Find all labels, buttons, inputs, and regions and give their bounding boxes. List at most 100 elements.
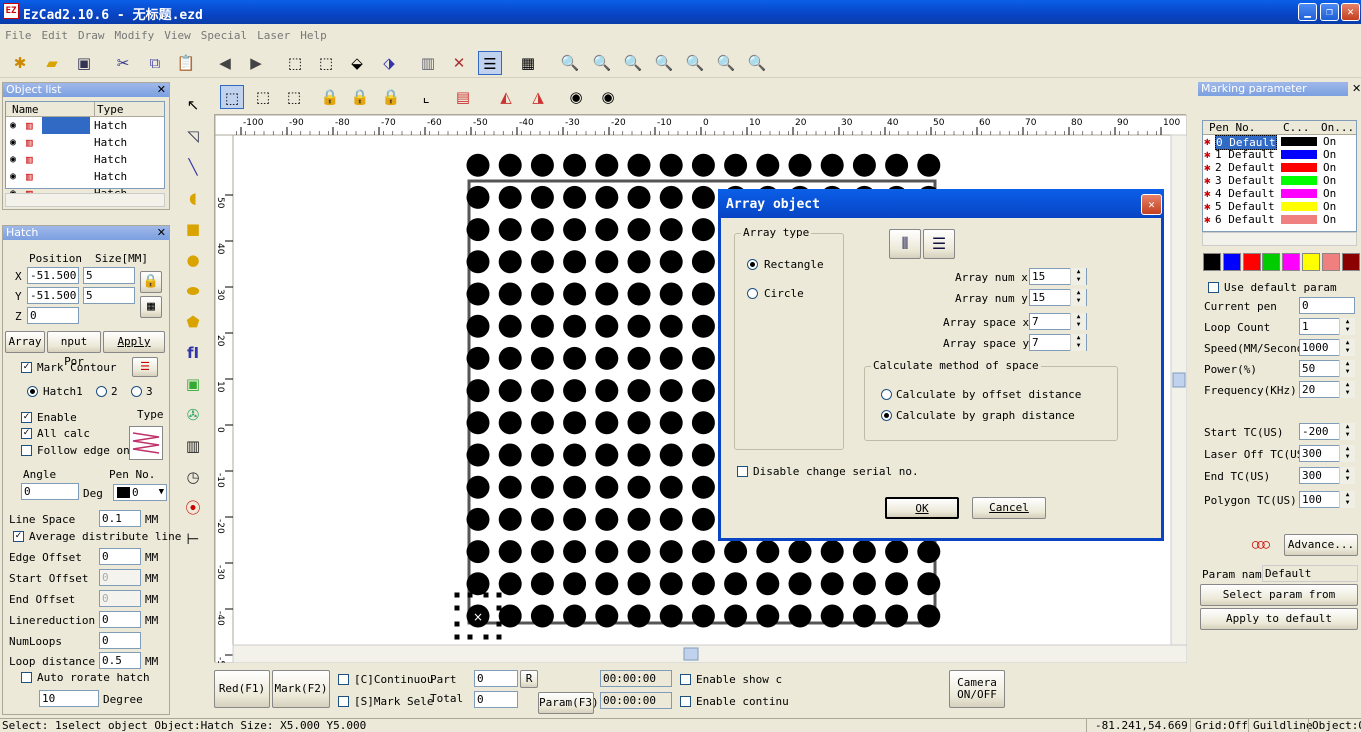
timer-icon[interactable]: ◷ <box>181 465 205 489</box>
array-dot[interactable] <box>691 507 715 531</box>
horizontal-scrollbar[interactable] <box>232 644 1188 664</box>
mirror-vertical-icon[interactable]: ◮ <box>526 85 550 109</box>
convert-icon[interactable]: ⬚ <box>282 85 306 109</box>
array-dot[interactable] <box>724 153 748 177</box>
array-dot[interactable] <box>498 443 522 467</box>
total-input[interactable]: 0 <box>474 691 518 708</box>
array-dot[interactable] <box>627 379 651 403</box>
array-dot[interactable] <box>852 572 876 596</box>
rectangle-icon[interactable]: ■ <box>181 217 205 241</box>
open-file-icon[interactable]: ▰ <box>40 51 64 75</box>
y-size-input[interactable]: 5 <box>83 287 135 304</box>
chevron-down-icon[interactable]: ▼ <box>159 485 164 500</box>
loop-count-spinner[interactable]: ▲ ▼ <box>1339 318 1355 335</box>
array-dot[interactable] <box>756 572 780 596</box>
new-file-icon[interactable]: ✱ <box>8 51 32 75</box>
array-dot[interactable] <box>563 411 587 435</box>
mark-selected-checkbox[interactable] <box>338 696 349 707</box>
laser-off-tc-spinner[interactable]: ▲ ▼ <box>1339 445 1355 462</box>
vertical-scroll-thumb[interactable] <box>1172 372 1186 388</box>
horizontal-scroll-thumb[interactable] <box>683 647 699 661</box>
input-port-button[interactable]: nput Por <box>47 331 101 368</box>
array-dot[interactable] <box>724 540 748 564</box>
polygon-tc-spinner[interactable]: ▲ ▼ <box>1339 491 1355 508</box>
cut-icon[interactable]: ✂ <box>111 51 135 75</box>
selection-handle[interactable] <box>454 605 460 611</box>
array-dot[interactable] <box>691 282 715 306</box>
array-dot[interactable] <box>756 604 780 628</box>
object-list[interactable]: Name Type ◉▥Hatch◉▥Hatch◉▥Hatch◉▥Hatch◉▥… <box>5 101 165 200</box>
end-offset-input[interactable]: 0 <box>99 590 141 607</box>
array-dot[interactable] <box>466 572 490 596</box>
pen-row[interactable]: ✱ 4 Default On <box>1203 187 1356 200</box>
param-name-input[interactable]: Default <box>1262 565 1358 582</box>
selection-handle[interactable] <box>467 592 473 598</box>
average-distribute-checkbox[interactable]: ✓ <box>13 531 24 542</box>
line-space-input[interactable]: 0.1 <box>99 510 141 527</box>
eye-icon[interactable]: ◉ <box>10 134 16 151</box>
array-dot[interactable] <box>917 604 941 628</box>
apply-to-default-button[interactable]: Apply to default <box>1200 608 1358 630</box>
linereduction-input[interactable]: 0 <box>99 611 141 628</box>
hatch2-radio[interactable] <box>96 386 107 397</box>
array-dot[interactable] <box>530 185 554 209</box>
array-dot[interactable] <box>885 572 909 596</box>
properties-icon[interactable]: ☰ <box>478 51 502 75</box>
array-dot[interactable] <box>595 346 619 370</box>
array-dot[interactable] <box>530 540 554 564</box>
origin-icon[interactable]: ⌞ <box>414 85 438 109</box>
array-dot[interactable] <box>563 379 587 403</box>
calc-offset-radio[interactable] <box>881 389 892 400</box>
grid-anchor-icon[interactable]: ▦ <box>140 296 162 318</box>
selection-handle[interactable] <box>467 634 473 640</box>
array-dot[interactable] <box>852 540 876 564</box>
array-dot[interactable] <box>788 604 812 628</box>
array-dot[interactable] <box>917 540 941 564</box>
array-dot[interactable] <box>820 572 844 596</box>
array-dot[interactable] <box>627 475 651 499</box>
array-dot[interactable] <box>659 443 683 467</box>
array-dot[interactable] <box>691 411 715 435</box>
enable-show-checkbox[interactable] <box>680 674 691 685</box>
zoom-out-icon[interactable]: 🔍 <box>652 51 676 75</box>
color-swatch[interactable] <box>1282 253 1301 271</box>
array-dot[interactable] <box>498 475 522 499</box>
menu-help[interactable]: Help <box>295 26 332 42</box>
array-dot[interactable] <box>659 604 683 628</box>
array-dot[interactable] <box>498 185 522 209</box>
select-frame-icon[interactable]: ⬚ <box>283 51 307 75</box>
eye-all-icon[interactable]: ◉ <box>596 85 620 109</box>
tools-icon[interactable]: ✕ <box>447 51 471 75</box>
array-dot[interactable] <box>466 314 490 338</box>
io-signal-icon[interactable]: ⦿ <box>181 496 205 520</box>
array-dot[interactable] <box>659 282 683 306</box>
array-direction-y-icon[interactable]: ☰ <box>923 229 955 259</box>
array-dot[interactable] <box>627 185 651 209</box>
selection-handle[interactable] <box>483 634 489 640</box>
lock-icon[interactable]: 🔒 <box>140 271 162 293</box>
col-color[interactable]: C... <box>1283 121 1310 135</box>
zoom-page-icon[interactable]: 🔍 <box>745 51 769 75</box>
apply-button[interactable]: Apply <box>103 331 165 353</box>
array-dot[interactable] <box>756 153 780 177</box>
array-space-y-spinner[interactable]: ▲ ▼ <box>1070 334 1086 351</box>
zoom-window-icon[interactable]: 🔍 <box>590 51 614 75</box>
array-dot[interactable] <box>788 540 812 564</box>
array-dot[interactable] <box>563 314 587 338</box>
auto-rotate-checkbox[interactable] <box>21 672 32 683</box>
menu-view[interactable]: View <box>159 26 196 42</box>
array-dot[interactable] <box>563 346 587 370</box>
x-position-input[interactable]: -51.500 <box>27 267 79 284</box>
col-name[interactable]: Name <box>12 102 39 117</box>
array-space-x-spinner[interactable]: ▲ ▼ <box>1070 313 1086 330</box>
array-dot[interactable] <box>563 540 587 564</box>
array-dot[interactable] <box>498 314 522 338</box>
array-dot[interactable] <box>595 540 619 564</box>
array-dot[interactable] <box>563 250 587 274</box>
end-tc-spinner[interactable]: ▲ ▼ <box>1339 467 1355 484</box>
array-dot[interactable] <box>466 185 490 209</box>
color-swatch[interactable] <box>1341 253 1360 271</box>
close-icon[interactable]: ✕ <box>157 83 166 97</box>
array-dot[interactable] <box>627 250 651 274</box>
color-swatch[interactable] <box>1242 253 1261 271</box>
